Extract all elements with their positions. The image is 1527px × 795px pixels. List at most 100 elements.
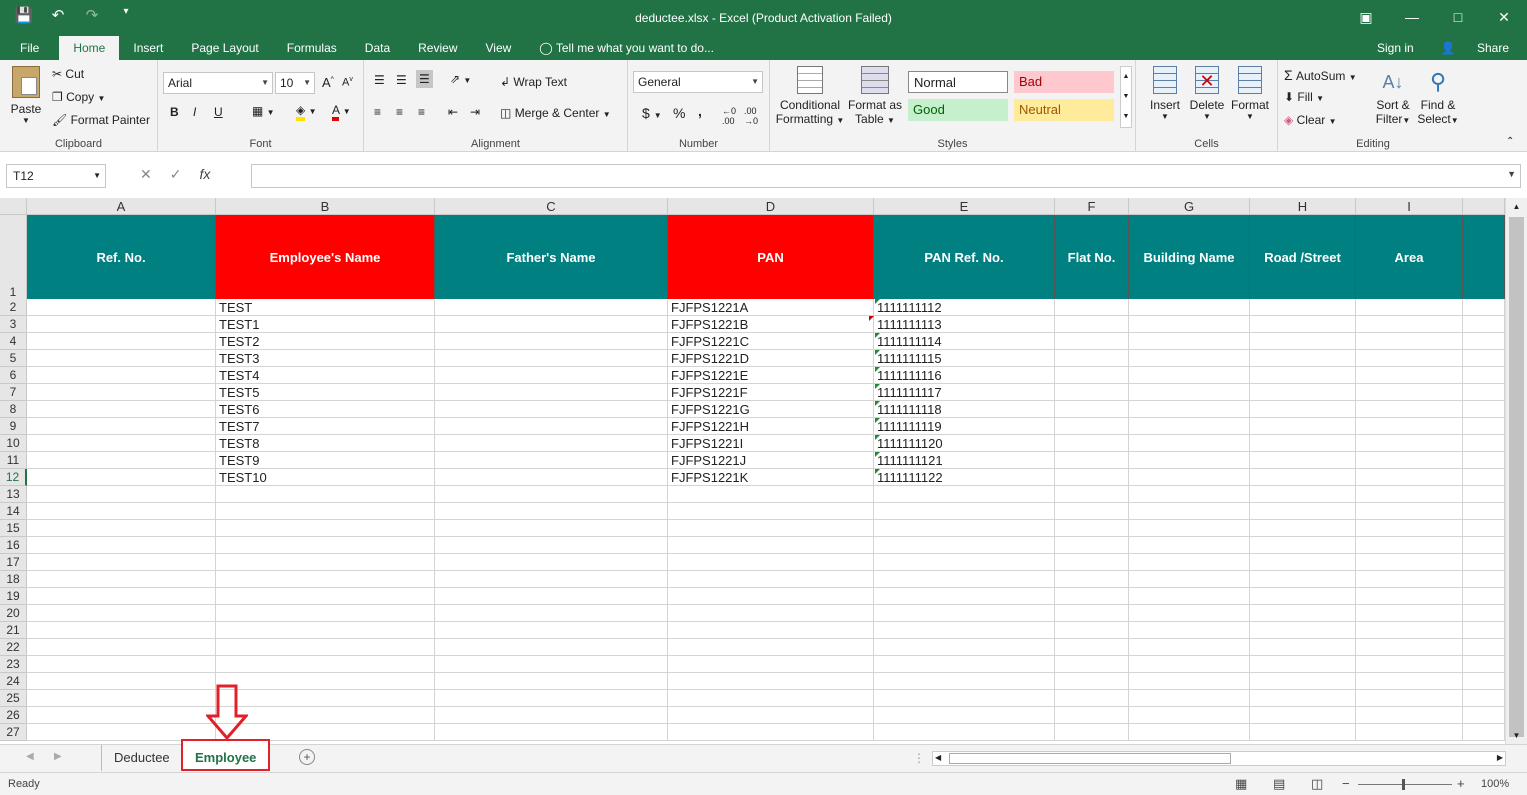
grid-cell[interactable] [1356, 605, 1463, 622]
scroll-down-icon[interactable]: ▼ [1506, 731, 1527, 740]
grid-cell[interactable]: FJFPS1221H [668, 418, 874, 435]
grid-cell[interactable] [874, 673, 1055, 690]
grid-cell[interactable] [216, 537, 435, 554]
prev-sheet-icon[interactable]: ◀ [26, 751, 34, 762]
sheet-tab-deductee[interactable]: Deductee [101, 745, 183, 771]
grid-cell[interactable] [1356, 503, 1463, 520]
maximize-icon[interactable]: □ [1435, 0, 1481, 34]
grid-cell[interactable] [874, 690, 1055, 707]
insert-cells-button[interactable]: Insert ▼ [1144, 66, 1186, 121]
grid-cell[interactable] [435, 656, 668, 673]
grid-cell[interactable] [874, 656, 1055, 673]
grid-cell[interactable] [1356, 690, 1463, 707]
grid-cell[interactable] [1250, 571, 1356, 588]
grid-cell[interactable]: FJFPS1221J [668, 452, 874, 469]
grid-cell[interactable] [435, 639, 668, 656]
grid-cell[interactable] [1055, 418, 1129, 435]
grid-cell[interactable] [1129, 520, 1250, 537]
grid-cell[interactable] [668, 690, 874, 707]
tab-insert[interactable]: Insert [119, 36, 177, 60]
new-sheet-icon[interactable]: + [299, 749, 315, 765]
grid-cell[interactable] [1250, 486, 1356, 503]
fill-button[interactable]: ⬇ Fill ▼ [1284, 90, 1324, 104]
grid-cell[interactable] [1129, 537, 1250, 554]
grid-cell[interactable] [1055, 554, 1129, 571]
orientation-icon[interactable]: ⇗ ▼ [450, 72, 471, 86]
name-box[interactable]: T12 ▼ [6, 164, 106, 188]
grid-cell[interactable] [1463, 435, 1505, 452]
grid-cell[interactable] [1356, 707, 1463, 724]
grid-cell[interactable] [668, 520, 874, 537]
grid-cell[interactable] [1055, 605, 1129, 622]
currency-button[interactable]: $ ▼ [642, 105, 662, 121]
grid-cell[interactable] [1250, 435, 1356, 452]
grid-cell[interactable] [1356, 401, 1463, 418]
align-middle-icon[interactable]: ☰ [396, 73, 407, 87]
zoom-out-icon[interactable]: − [1342, 776, 1350, 791]
vertical-scrollbar[interactable]: ▲ ▼ [1505, 198, 1527, 744]
grid-cell[interactable]: 1111111121 [874, 452, 1055, 469]
grid-cell[interactable] [1129, 673, 1250, 690]
grid-cell[interactable] [27, 299, 216, 316]
grid-cell[interactable] [216, 622, 435, 639]
fill-color-icon[interactable]: ◈ ▼ [296, 103, 317, 121]
grid-cell[interactable] [435, 367, 668, 384]
zoom-in-icon[interactable]: + [1457, 776, 1465, 791]
grid-cell[interactable] [1356, 639, 1463, 656]
formula-input[interactable]: ▼ [251, 164, 1521, 188]
grid-cell[interactable] [1463, 707, 1505, 724]
grid-cell[interactable] [1055, 350, 1129, 367]
clear-button[interactable]: ◈ Clear ▼ [1284, 113, 1337, 127]
grid-cell[interactable] [874, 571, 1055, 588]
find-select-button[interactable]: ⚲ Find & Select▼ [1416, 66, 1460, 126]
grid-cell[interactable] [1250, 299, 1356, 316]
grid-cell[interactable] [1129, 469, 1250, 486]
grid-cell[interactable] [1055, 333, 1129, 350]
grid-cell[interactable] [27, 571, 216, 588]
grid-cell[interactable] [1055, 469, 1129, 486]
column-header-g[interactable]: G [1129, 198, 1250, 215]
grid-cell[interactable]: 1111111112 [874, 299, 1055, 316]
grid-cell[interactable] [1055, 571, 1129, 588]
format-as-table-button[interactable]: Format as Table ▼ [845, 66, 905, 126]
grid-cell[interactable] [1250, 622, 1356, 639]
style-bad[interactable]: Bad [1014, 71, 1114, 93]
copy-button[interactable]: ❐ Copy ▼ [52, 90, 105, 104]
grid-cell[interactable] [1250, 452, 1356, 469]
grid-cell[interactable] [1463, 605, 1505, 622]
grid-cell[interactable] [435, 350, 668, 367]
grid-cell[interactable] [27, 588, 216, 605]
h-scroll-thumb[interactable] [949, 753, 1231, 764]
grid-cell[interactable] [1463, 299, 1505, 316]
grid-cell[interactable] [668, 486, 874, 503]
grid-cell[interactable] [1129, 384, 1250, 401]
grid-cell[interactable] [874, 724, 1055, 741]
grid-cell[interactable] [435, 469, 668, 486]
grid-cell[interactable] [1055, 588, 1129, 605]
header-cell[interactable]: Employee's Name [216, 215, 435, 299]
grid-cell[interactable] [1129, 588, 1250, 605]
column-header-a[interactable]: A [27, 198, 216, 215]
grid-cell[interactable] [1129, 418, 1250, 435]
grid-cell[interactable] [1250, 690, 1356, 707]
underline-button[interactable]: U [214, 105, 223, 119]
grid-cell[interactable] [668, 554, 874, 571]
grid-cell[interactable]: TEST6 [216, 401, 435, 418]
row-header[interactable]: 19 [0, 588, 27, 605]
grid-cell[interactable] [1463, 690, 1505, 707]
font-size-dropdown[interactable]: 10 ▼ [275, 72, 315, 94]
grid-cell[interactable] [1356, 435, 1463, 452]
normal-view-icon[interactable]: ▦ [1235, 776, 1247, 792]
grid-cell[interactable] [1129, 656, 1250, 673]
grid-cell[interactable] [1463, 418, 1505, 435]
grid-cell[interactable] [435, 452, 668, 469]
header-cell[interactable]: Area [1356, 215, 1463, 299]
cut-button[interactable]: ✂ Cut [52, 67, 84, 81]
row-header[interactable]: 5 [0, 350, 27, 367]
row-header[interactable]: 18 [0, 571, 27, 588]
grid-cell[interactable] [1463, 571, 1505, 588]
grid-cell[interactable] [216, 503, 435, 520]
grid-cell[interactable] [874, 639, 1055, 656]
grid-cell[interactable] [874, 605, 1055, 622]
column-header-d[interactable]: D [668, 198, 874, 215]
